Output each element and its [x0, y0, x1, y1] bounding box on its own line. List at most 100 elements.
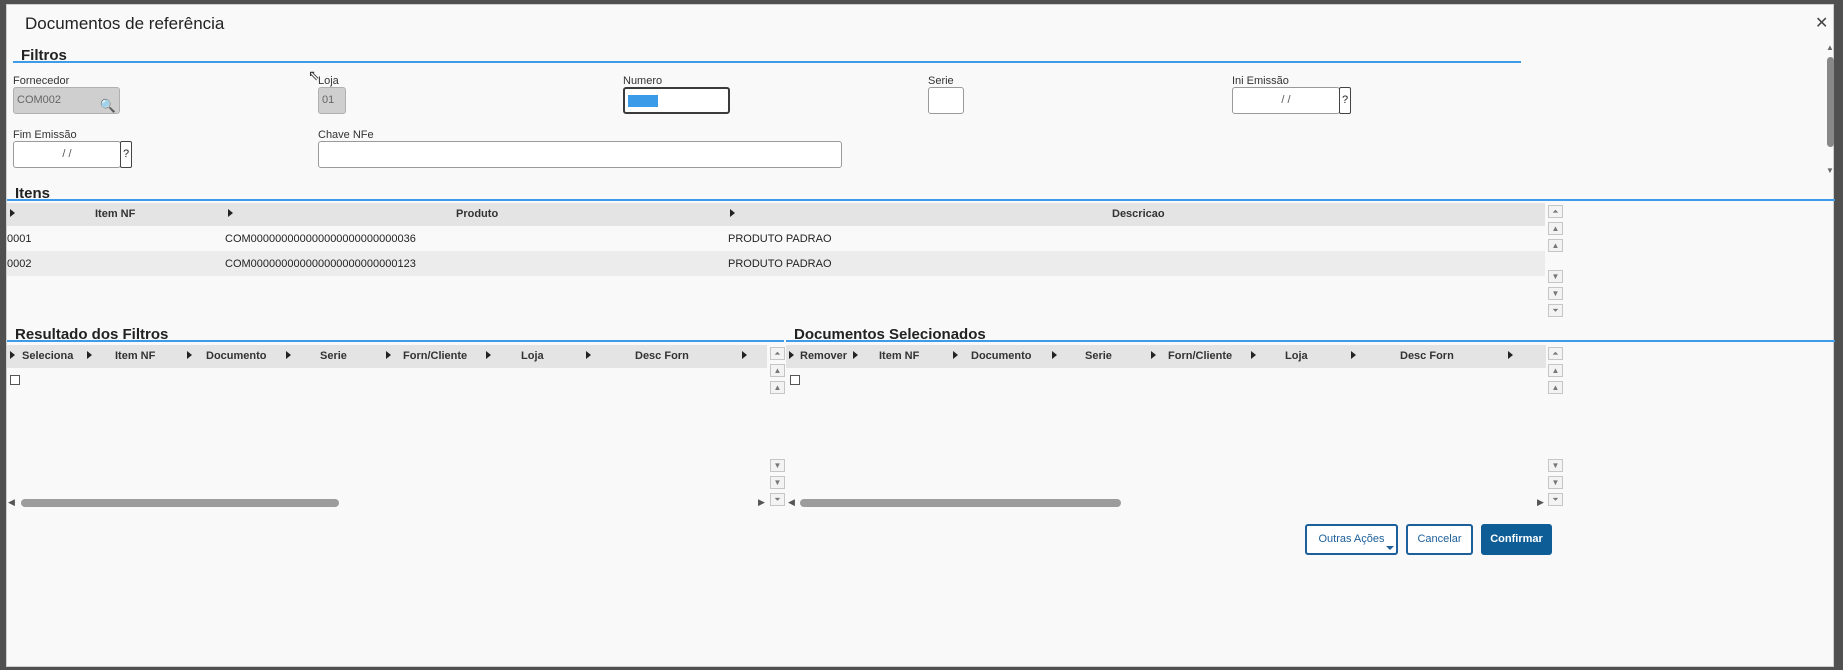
selected-hscroll-thumb[interactable]: [800, 499, 1121, 507]
scroll-thumb[interactable]: [1827, 57, 1834, 147]
sort-triangle-icon[interactable]: [486, 351, 491, 359]
col-item-nf[interactable]: Item NF: [95, 208, 135, 220]
close-icon[interactable]: ✕: [1815, 13, 1828, 33]
table-row[interactable]: 0002 COM000000000000000000000000123 PROD…: [7, 251, 1545, 276]
scroll-last-icon[interactable]: ⏷: [770, 493, 785, 506]
loja-label: Loja: [318, 75, 339, 87]
sort-triangle-icon[interactable]: [1508, 351, 1513, 359]
scroll-right-icon[interactable]: ▶: [1537, 497, 1544, 508]
results-hscroll-thumb[interactable]: [21, 499, 339, 507]
serie-label: Serie: [928, 75, 954, 87]
fornecedor-label: Fornecedor: [13, 75, 70, 87]
col-serie[interactable]: Serie: [1085, 350, 1112, 362]
sort-triangle-icon[interactable]: [386, 351, 391, 359]
col-forn-cliente[interactable]: Forn/Cliente: [403, 350, 467, 362]
scroll-page-up-icon[interactable]: ▲: [770, 364, 785, 377]
cell-descricao: PRODUTO PADRAO: [728, 258, 832, 270]
confirm-button[interactable]: Confirmar: [1481, 524, 1552, 555]
col-remover[interactable]: Remover: [800, 350, 847, 362]
scroll-down-icon[interactable]: ▼: [1548, 459, 1563, 472]
col-desc-forn[interactable]: Desc Forn: [635, 350, 689, 362]
scroll-page-down-icon[interactable]: ▼: [1548, 476, 1563, 489]
select-checkbox[interactable]: [10, 375, 20, 385]
scroll-first-icon[interactable]: ⏶: [1548, 205, 1563, 218]
table-row[interactable]: 0001 COM000000000000000000000000036 PROD…: [7, 226, 1545, 251]
chave-nfe-field[interactable]: [318, 141, 842, 168]
items-grid-header: Item NF Produto Descricao: [7, 203, 1545, 226]
sort-triangle-icon[interactable]: [789, 351, 794, 359]
results-divider: [7, 340, 784, 342]
scroll-last-icon[interactable]: ⏷: [1548, 304, 1563, 317]
col-serie[interactable]: Serie: [320, 350, 347, 362]
sort-triangle-icon[interactable]: [586, 351, 591, 359]
fim-emissao-field[interactable]: / /: [13, 141, 121, 168]
selected-grid-vscroll[interactable]: ⏶ ▲ ▲ ▼ ▼ ⏷: [1546, 345, 1564, 510]
col-item-nf[interactable]: Item NF: [115, 350, 155, 362]
cancel-button[interactable]: Cancelar: [1406, 524, 1473, 555]
scroll-page-down-icon[interactable]: ▼: [1548, 287, 1563, 300]
sort-triangle-icon[interactable]: [742, 351, 747, 359]
serie-field[interactable]: [928, 87, 964, 114]
fim-emissao-calendar-button[interactable]: ?: [120, 141, 132, 168]
scroll-up-icon[interactable]: ▲: [1548, 381, 1563, 394]
cell-descricao: PRODUTO PADRAO: [728, 233, 832, 245]
selected-grid-header: Remover Item NF Documento Serie Forn/Cli…: [786, 345, 1546, 368]
col-loja[interactable]: Loja: [521, 350, 544, 362]
main-vertical-scrollbar[interactable]: ▲ ▼: [1825, 41, 1835, 211]
col-documento[interactable]: Documento: [971, 350, 1032, 362]
scroll-down-icon[interactable]: ▼: [1548, 270, 1563, 283]
sort-triangle-icon[interactable]: [1251, 351, 1256, 359]
sort-triangle-icon[interactable]: [10, 209, 15, 217]
search-icon[interactable]: 🔍: [100, 93, 116, 118]
sort-triangle-icon[interactable]: [1052, 351, 1057, 359]
scroll-down-icon[interactable]: ▼: [1826, 166, 1834, 175]
numero-field[interactable]: [623, 87, 730, 114]
results-grid-vscroll[interactable]: ⏶ ▲ ▲ ▼ ▼ ⏷: [768, 345, 786, 510]
col-documento[interactable]: Documento: [206, 350, 267, 362]
sort-triangle-icon[interactable]: [286, 351, 291, 359]
scroll-first-icon[interactable]: ⏶: [1548, 347, 1563, 360]
scroll-page-up-icon[interactable]: ▲: [1548, 364, 1563, 377]
scroll-right-icon[interactable]: ▶: [758, 497, 765, 508]
ini-emissao-field[interactable]: / /: [1232, 87, 1340, 114]
scroll-first-icon[interactable]: ⏶: [770, 347, 785, 360]
sort-triangle-icon[interactable]: [730, 209, 735, 217]
scroll-last-icon[interactable]: ⏷: [1548, 493, 1563, 506]
fornecedor-value: COM002: [17, 94, 62, 106]
sort-triangle-icon[interactable]: [953, 351, 958, 359]
scroll-up-icon[interactable]: ▲: [1548, 239, 1563, 252]
scroll-down-icon[interactable]: ▼: [770, 459, 785, 472]
items-divider: [7, 199, 1835, 201]
loja-field[interactable]: 01: [318, 87, 346, 114]
remove-checkbox[interactable]: [790, 375, 800, 385]
col-seleciona[interactable]: Seleciona: [22, 350, 73, 362]
scroll-up-icon[interactable]: ▲: [770, 381, 785, 394]
sort-triangle-icon[interactable]: [10, 351, 15, 359]
sort-triangle-icon[interactable]: [853, 351, 858, 359]
cell-produto: COM000000000000000000000000036: [225, 233, 416, 245]
items-grid-vscroll[interactable]: ⏶ ▲ ▲ ▼ ▼ ⏷: [1546, 203, 1564, 323]
scroll-up-icon[interactable]: ▲: [1826, 43, 1834, 52]
ini-emissao-calendar-button[interactable]: ?: [1339, 87, 1351, 114]
scroll-left-icon[interactable]: ◀: [788, 497, 795, 508]
sort-triangle-icon[interactable]: [228, 209, 233, 217]
col-forn-cliente[interactable]: Forn/Cliente: [1168, 350, 1232, 362]
scroll-left-icon[interactable]: ◀: [8, 497, 15, 508]
scroll-page-up-icon[interactable]: ▲: [1548, 222, 1563, 235]
col-descricao[interactable]: Descricao: [1112, 208, 1165, 220]
other-actions-button[interactable]: Outras Ações: [1305, 524, 1398, 555]
dialog-title: Documentos de referência: [25, 14, 225, 33]
col-produto[interactable]: Produto: [456, 208, 498, 220]
mouse-cursor-icon: ⇖: [308, 67, 320, 83]
cell-item-nf: 0002: [7, 258, 32, 270]
sort-triangle-icon[interactable]: [87, 351, 92, 359]
sort-triangle-icon[interactable]: [187, 351, 192, 359]
scroll-page-down-icon[interactable]: ▼: [770, 476, 785, 489]
col-loja[interactable]: Loja: [1285, 350, 1308, 362]
col-desc-forn[interactable]: Desc Forn: [1400, 350, 1454, 362]
sort-triangle-icon[interactable]: [1351, 351, 1356, 359]
numero-label: Numero: [623, 75, 663, 87]
sort-triangle-icon[interactable]: [1151, 351, 1156, 359]
fornecedor-field[interactable]: COM002 🔍: [13, 87, 120, 114]
col-item-nf[interactable]: Item NF: [879, 350, 919, 362]
